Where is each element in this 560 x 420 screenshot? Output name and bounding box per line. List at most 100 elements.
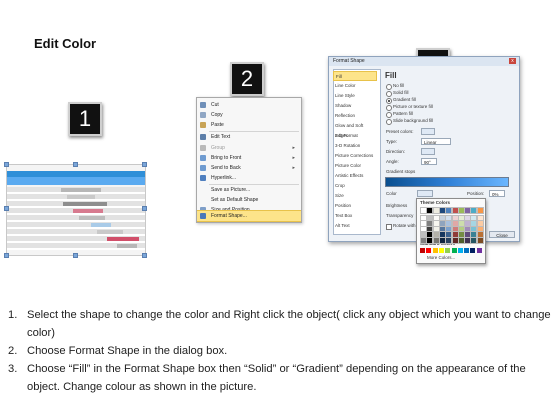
preset-colors-dropdown[interactable] [421, 128, 435, 135]
selected-gantt-shape[interactable] [6, 164, 146, 256]
gantt-row [7, 229, 145, 236]
gantt-bar [61, 188, 101, 192]
resize-handle[interactable] [142, 162, 147, 167]
resize-handle[interactable] [142, 206, 147, 211]
category-position[interactable]: Position [333, 201, 377, 211]
category-picture-color[interactable]: Picture Color [333, 161, 377, 171]
category-shadow[interactable]: Shadow [333, 101, 377, 111]
resize-handle[interactable] [73, 253, 78, 258]
direction-dropdown[interactable] [421, 148, 435, 155]
dialog-titlebar: Format Shape x [329, 57, 519, 66]
category-reflection[interactable]: Reflection [333, 111, 377, 121]
preset-colors-label: Preset colors: [386, 129, 414, 134]
fill-heading: Fill [385, 71, 397, 80]
radio-no-fill[interactable] [386, 84, 392, 90]
category-artistic-effects[interactable]: Artistic Effects [333, 171, 377, 181]
type-dropdown[interactable]: Linear [421, 138, 451, 145]
resize-handle[interactable] [142, 253, 147, 258]
instruction-item: 2. Choose Format Shape in the dialog box… [8, 345, 228, 357]
standard-color-swatch[interactable] [457, 248, 463, 253]
radio-pattern-fill[interactable] [386, 112, 392, 118]
menu-item-save-as-picture[interactable]: Save as Picture... [197, 185, 301, 195]
step-badge-1: 1 [68, 102, 102, 136]
category-fill[interactable]: Fill [333, 71, 377, 81]
theme-color-swatch[interactable] [476, 237, 484, 244]
rotate-with-shape-checkbox[interactable] [386, 224, 392, 230]
instructions-list: 1. Select the shape to change the color … [8, 306, 556, 396]
standard-color-swatch[interactable] [420, 248, 425, 253]
menu-item-hyperlink[interactable]: Hyperlink... [197, 173, 301, 183]
gradient-stops-label: Gradient stops [386, 169, 416, 174]
radio-label: No fill [393, 83, 405, 88]
bring-front-icon [200, 155, 206, 161]
resize-handle[interactable] [73, 162, 78, 167]
position-input[interactable]: 0% [489, 190, 505, 197]
gantt-row [7, 215, 145, 222]
menu-item-send-to-back[interactable]: Send to Back ▸ [197, 163, 301, 173]
menu-item-group[interactable]: Group ▸ [197, 143, 301, 153]
standard-color-swatch[interactable] [445, 248, 451, 253]
menu-item-set-default-shape[interactable]: Set as Default Shape [197, 195, 301, 205]
standard-color-swatch[interactable] [432, 248, 438, 253]
standard-color-swatch[interactable] [438, 248, 444, 253]
stop-color-dropdown[interactable] [417, 190, 433, 197]
angle-input[interactable]: 90° [421, 158, 437, 165]
resize-handle[interactable] [4, 206, 9, 211]
category-alt-text[interactable]: Alt Text [333, 221, 377, 231]
resize-handle[interactable] [4, 162, 9, 167]
stop-color-label: Color [386, 191, 397, 196]
color-palette-popup: Theme Colors Standard Colors More Colors… [416, 198, 486, 264]
category-line-color[interactable]: Line Color [333, 81, 377, 91]
radio-label: Picture or texture fill [393, 104, 433, 109]
menu-item-paste[interactable]: Paste [197, 120, 301, 130]
category-3d-format[interactable]: 3-D Format [333, 131, 377, 141]
page-title: Edit Color [34, 36, 97, 51]
submenu-arrow-icon: ▸ [292, 165, 295, 171]
standard-color-swatch[interactable] [426, 248, 432, 253]
group-icon [200, 145, 206, 151]
category-glow[interactable]: Glow and Soft Edges [333, 121, 377, 138]
gradient-stops-bar[interactable] [385, 177, 509, 187]
category-line-style[interactable]: Line Style [333, 91, 377, 101]
gantt-header-band-light [7, 177, 145, 185]
radio-slide-background-fill[interactable] [386, 119, 392, 125]
transparency-label: Transparency [386, 213, 414, 218]
more-colors-link[interactable]: More Colors... [427, 255, 455, 261]
menu-item-copy[interactable]: Copy [197, 110, 301, 120]
category-picture-corrections[interactable]: Picture Corrections [333, 151, 377, 161]
menu-item-cut[interactable]: Cut [197, 100, 301, 110]
category-crop[interactable]: Crop [333, 181, 377, 191]
dialog-title: Format Shape [333, 58, 365, 64]
radio-label: Gradient fill [393, 97, 416, 102]
instruction-item: 1. Select the shape to change the color … [8, 309, 551, 339]
close-icon[interactable]: x [509, 58, 516, 64]
menu-item-format-shape[interactable]: Format Shape... [197, 210, 301, 222]
standard-color-swatch[interactable] [451, 248, 457, 253]
radio-picture-fill[interactable] [386, 105, 392, 111]
radio-gradient-fill[interactable] [386, 98, 392, 104]
gantt-bar [117, 244, 137, 248]
menu-item-edit-text[interactable]: Edit Text [197, 132, 301, 142]
position-label: Position: [467, 191, 485, 196]
gantt-bar [73, 209, 103, 213]
paste-icon [200, 122, 206, 128]
direction-label: Direction: [386, 149, 406, 154]
close-button[interactable]: Close [489, 231, 515, 238]
menu-item-bring-to-front[interactable]: Bring to Front ▸ [197, 153, 301, 163]
standard-color-swatch[interactable] [470, 248, 476, 253]
radio-label: Slide background fill [393, 118, 434, 123]
copy-icon [200, 112, 206, 118]
type-label: Type: [386, 139, 398, 144]
resize-handle[interactable] [4, 253, 9, 258]
category-3d-rotation[interactable]: 3-D Rotation [333, 141, 377, 151]
radio-label: Pattern fill [393, 111, 414, 116]
category-size[interactable]: Size [333, 191, 377, 201]
theme-color-swatch[interactable] [476, 207, 484, 214]
edit-text-icon [200, 134, 206, 140]
standard-color-swatch[interactable] [464, 248, 470, 253]
radio-solid-fill[interactable] [386, 91, 392, 97]
category-text-box[interactable]: Text Box [333, 211, 377, 221]
standard-color-swatch[interactable] [476, 248, 482, 253]
scissors-icon [200, 102, 206, 108]
gantt-row [7, 222, 145, 229]
